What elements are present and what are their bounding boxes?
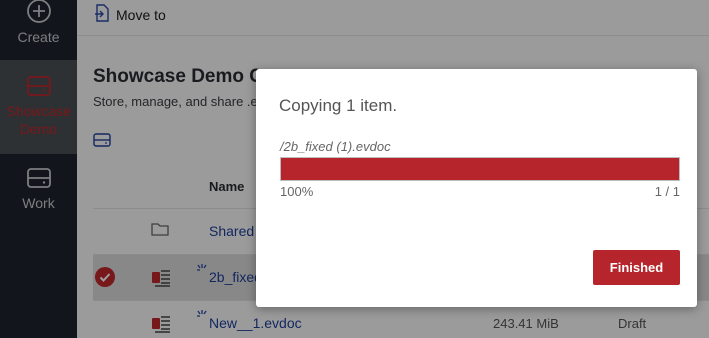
dialog-title: Copying 1 item. xyxy=(279,96,398,115)
progress-count: 1 / 1 xyxy=(654,184,680,199)
copy-progress-dialog: Copying 1 item. /2b_fixed (1).evdoc 100%… xyxy=(256,69,697,307)
progress-percent: 100% xyxy=(280,184,314,199)
finished-button[interactable]: Finished xyxy=(593,250,680,285)
dialog-file-path: /2b_fixed (1).evdoc xyxy=(280,139,391,154)
progress-fill xyxy=(281,158,679,180)
progress-bar xyxy=(280,157,680,181)
